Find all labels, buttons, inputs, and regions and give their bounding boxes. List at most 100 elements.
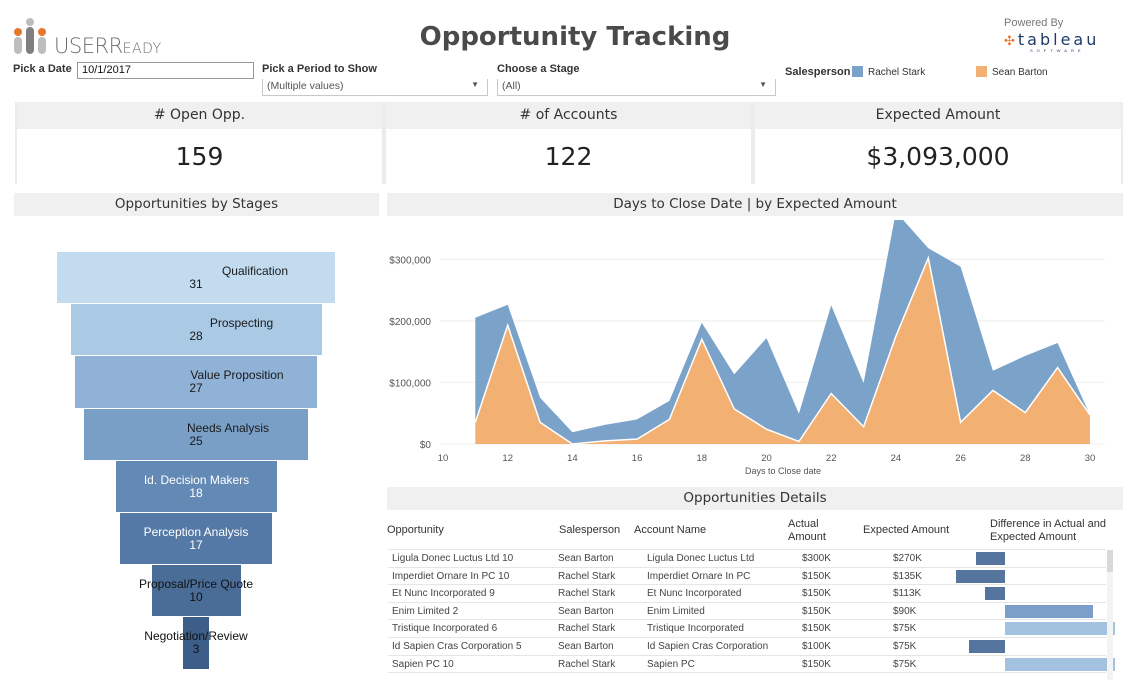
- data-point-sean-barton[interactable]: [731, 406, 737, 412]
- table-row[interactable]: Sapien PC 10 Rachel Stark Sapien PC $150K $7…: [388, 656, 1115, 674]
- col-opportunity[interactable]: Opportunity: [387, 524, 444, 537]
- data-point-sean-barton[interactable]: [666, 416, 672, 422]
- data-point-sean-barton[interactable]: [828, 391, 834, 397]
- table-row[interactable]: Id Sapien Cras Corporation 5 Sean Barton I…: [388, 638, 1106, 656]
- difference-bar[interactable]: [955, 569, 1005, 583]
- cell-expected-amount: $75K: [893, 641, 917, 652]
- funnel-stage[interactable]: Needs Analysis 25: [84, 408, 308, 460]
- col-expected-amount[interactable]: Expected Amount: [863, 524, 949, 537]
- difference-bar[interactable]: [1005, 604, 1094, 618]
- col-difference[interactable]: Difference in Actual and Expected Amount: [990, 518, 1115, 544]
- col-account-name[interactable]: Account Name: [634, 524, 706, 537]
- data-point-sean-barton[interactable]: [925, 255, 931, 261]
- cell-expected-amount: $75K: [893, 658, 917, 670]
- data-point-sean-barton[interactable]: [699, 336, 705, 342]
- table-row[interactable]: Ligula Donec Luctus Ltd 10 Sean Barton Lig…: [388, 550, 1106, 568]
- table-row[interactable]: Imperdiet Ornare In PC 10 Rachel Stark Imp…: [388, 568, 1106, 586]
- cell-actual-amount: $150K: [802, 588, 831, 600]
- data-point-rachel-stark[interactable]: [958, 264, 964, 270]
- table-row[interactable]: Enim Limited 2 Sean Barton Enim Limited $15…: [388, 603, 1106, 621]
- data-point-sean-barton[interactable]: [893, 333, 899, 339]
- data-point-sean-barton[interactable]: [796, 439, 802, 445]
- legend-swatch-rachel[interactable]: [852, 66, 863, 77]
- x-axis-label: Days to Close date: [745, 466, 822, 476]
- funnel-stage[interactable]: Perception Analysis 17: [120, 513, 272, 565]
- data-point-sean-barton[interactable]: [1022, 410, 1028, 416]
- table-row[interactable]: Et Nunc Incorporated 9 Rachel Stark Et Nun…: [388, 585, 1106, 603]
- data-point-sean-barton[interactable]: [861, 424, 867, 430]
- data-point-sean-barton[interactable]: [634, 436, 640, 442]
- funnel-stage[interactable]: Qualification 31: [57, 252, 335, 304]
- data-point-sean-barton[interactable]: [569, 441, 575, 447]
- legend-label-rachel[interactable]: Rachel Stark: [868, 67, 925, 78]
- cell-account-name: Ligula Donec Luctus Ltd: [647, 553, 755, 564]
- difference-bar[interactable]: [968, 640, 1005, 653]
- x-tick-label: 28: [1020, 453, 1031, 464]
- cell-salesperson: Rachel Stark: [558, 570, 616, 582]
- data-point-sean-barton[interactable]: [472, 419, 478, 425]
- col-salesperson[interactable]: Salesperson: [559, 524, 620, 537]
- x-tick-label: 18: [697, 453, 708, 464]
- data-point-rachel-stark[interactable]: [537, 395, 543, 401]
- difference-bar[interactable]: [985, 587, 1005, 601]
- data-point-rachel-stark[interactable]: [796, 411, 802, 417]
- data-point-rachel-stark[interactable]: [505, 302, 511, 308]
- data-point-rachel-stark[interactable]: [569, 429, 575, 435]
- data-point-rachel-stark[interactable]: [666, 398, 672, 404]
- difference-bar[interactable]: [1005, 657, 1115, 671]
- details-title: Opportunities Details: [387, 487, 1123, 510]
- table-row[interactable]: Tristique Incorporated 6 Rachel Stark Tris…: [388, 620, 1115, 638]
- stage-dropdown-value: (All): [502, 80, 521, 92]
- data-point-sean-barton[interactable]: [537, 419, 543, 425]
- data-point-rachel-stark[interactable]: [1022, 353, 1028, 359]
- cell-salesperson: Sean Barton: [558, 641, 614, 652]
- funnel-stage[interactable]: Value Proposition 27: [75, 356, 317, 408]
- x-tick-label: 26: [955, 453, 966, 464]
- funnel-stage-name: Value Proposition: [190, 368, 284, 383]
- data-point-sean-barton[interactable]: [602, 438, 608, 444]
- data-point-sean-barton[interactable]: [1087, 412, 1093, 418]
- funnel-stage-count: 17: [189, 538, 203, 552]
- data-point-rachel-stark[interactable]: [828, 302, 834, 308]
- data-point-rachel-stark[interactable]: [602, 422, 608, 428]
- data-point-rachel-stark[interactable]: [925, 245, 931, 251]
- legend-label-sean[interactable]: Sean Barton: [992, 67, 1048, 78]
- difference-bar[interactable]: [1005, 622, 1115, 636]
- funnel-stage[interactable]: Prospecting 28: [70, 304, 322, 356]
- cell-expected-amount: $90K: [893, 605, 917, 617]
- data-point-rachel-stark[interactable]: [764, 335, 770, 341]
- data-point-rachel-stark[interactable]: [990, 368, 996, 374]
- data-point-rachel-stark[interactable]: [861, 380, 867, 386]
- col-actual-amount[interactable]: Actual Amount: [788, 518, 833, 544]
- x-tick-label: 14: [567, 453, 578, 464]
- x-tick-label: 20: [761, 453, 772, 464]
- funnel-stage-name: Qualification: [221, 264, 289, 278]
- cell-opportunity: Id Sapien Cras Corporation 5: [392, 641, 522, 652]
- data-point-rachel-stark[interactable]: [699, 320, 705, 326]
- cell-opportunity: Sapien PC 10: [392, 658, 454, 670]
- cell-account-name: Et Nunc Incorporated: [647, 588, 742, 600]
- data-point-sean-barton[interactable]: [990, 387, 996, 393]
- funnel-stage-name: Needs Analysis: [186, 420, 270, 435]
- data-point-rachel-stark[interactable]: [731, 371, 737, 377]
- funnel-chart: Qualification 31 Prospecting 28 Value Propos…: [0, 0, 400, 680]
- funnel-stage[interactable]: Proposal/Price Quote 10: [139, 565, 253, 617]
- data-point-rachel-stark[interactable]: [1055, 340, 1061, 346]
- legend-swatch-sean[interactable]: [976, 66, 987, 77]
- data-point-sean-barton[interactable]: [505, 322, 511, 328]
- scrollbar-thumb[interactable]: [1107, 550, 1113, 572]
- cell-opportunity: Enim Limited 2: [392, 605, 459, 617]
- difference-bar[interactable]: [975, 552, 1005, 565]
- table-scrollbar[interactable]: [1107, 550, 1113, 680]
- stage-dropdown[interactable]: (All) ▼: [497, 79, 776, 96]
- funnel-stage[interactable]: Id. Decision Makers 18: [115, 460, 277, 512]
- data-point-rachel-stark[interactable]: [472, 315, 478, 321]
- data-point-sean-barton[interactable]: [1055, 365, 1061, 371]
- funnel-stage[interactable]: Negotiation/Review 3: [144, 617, 248, 669]
- data-point-rachel-stark[interactable]: [634, 416, 640, 422]
- data-point-sean-barton[interactable]: [958, 419, 964, 425]
- cell-expected-amount: $75K: [893, 623, 917, 635]
- data-point-sean-barton[interactable]: [764, 426, 770, 432]
- funnel-stage-count: 3: [192, 642, 200, 657]
- cell-opportunity: Imperdiet Ornare In PC 10: [392, 570, 510, 582]
